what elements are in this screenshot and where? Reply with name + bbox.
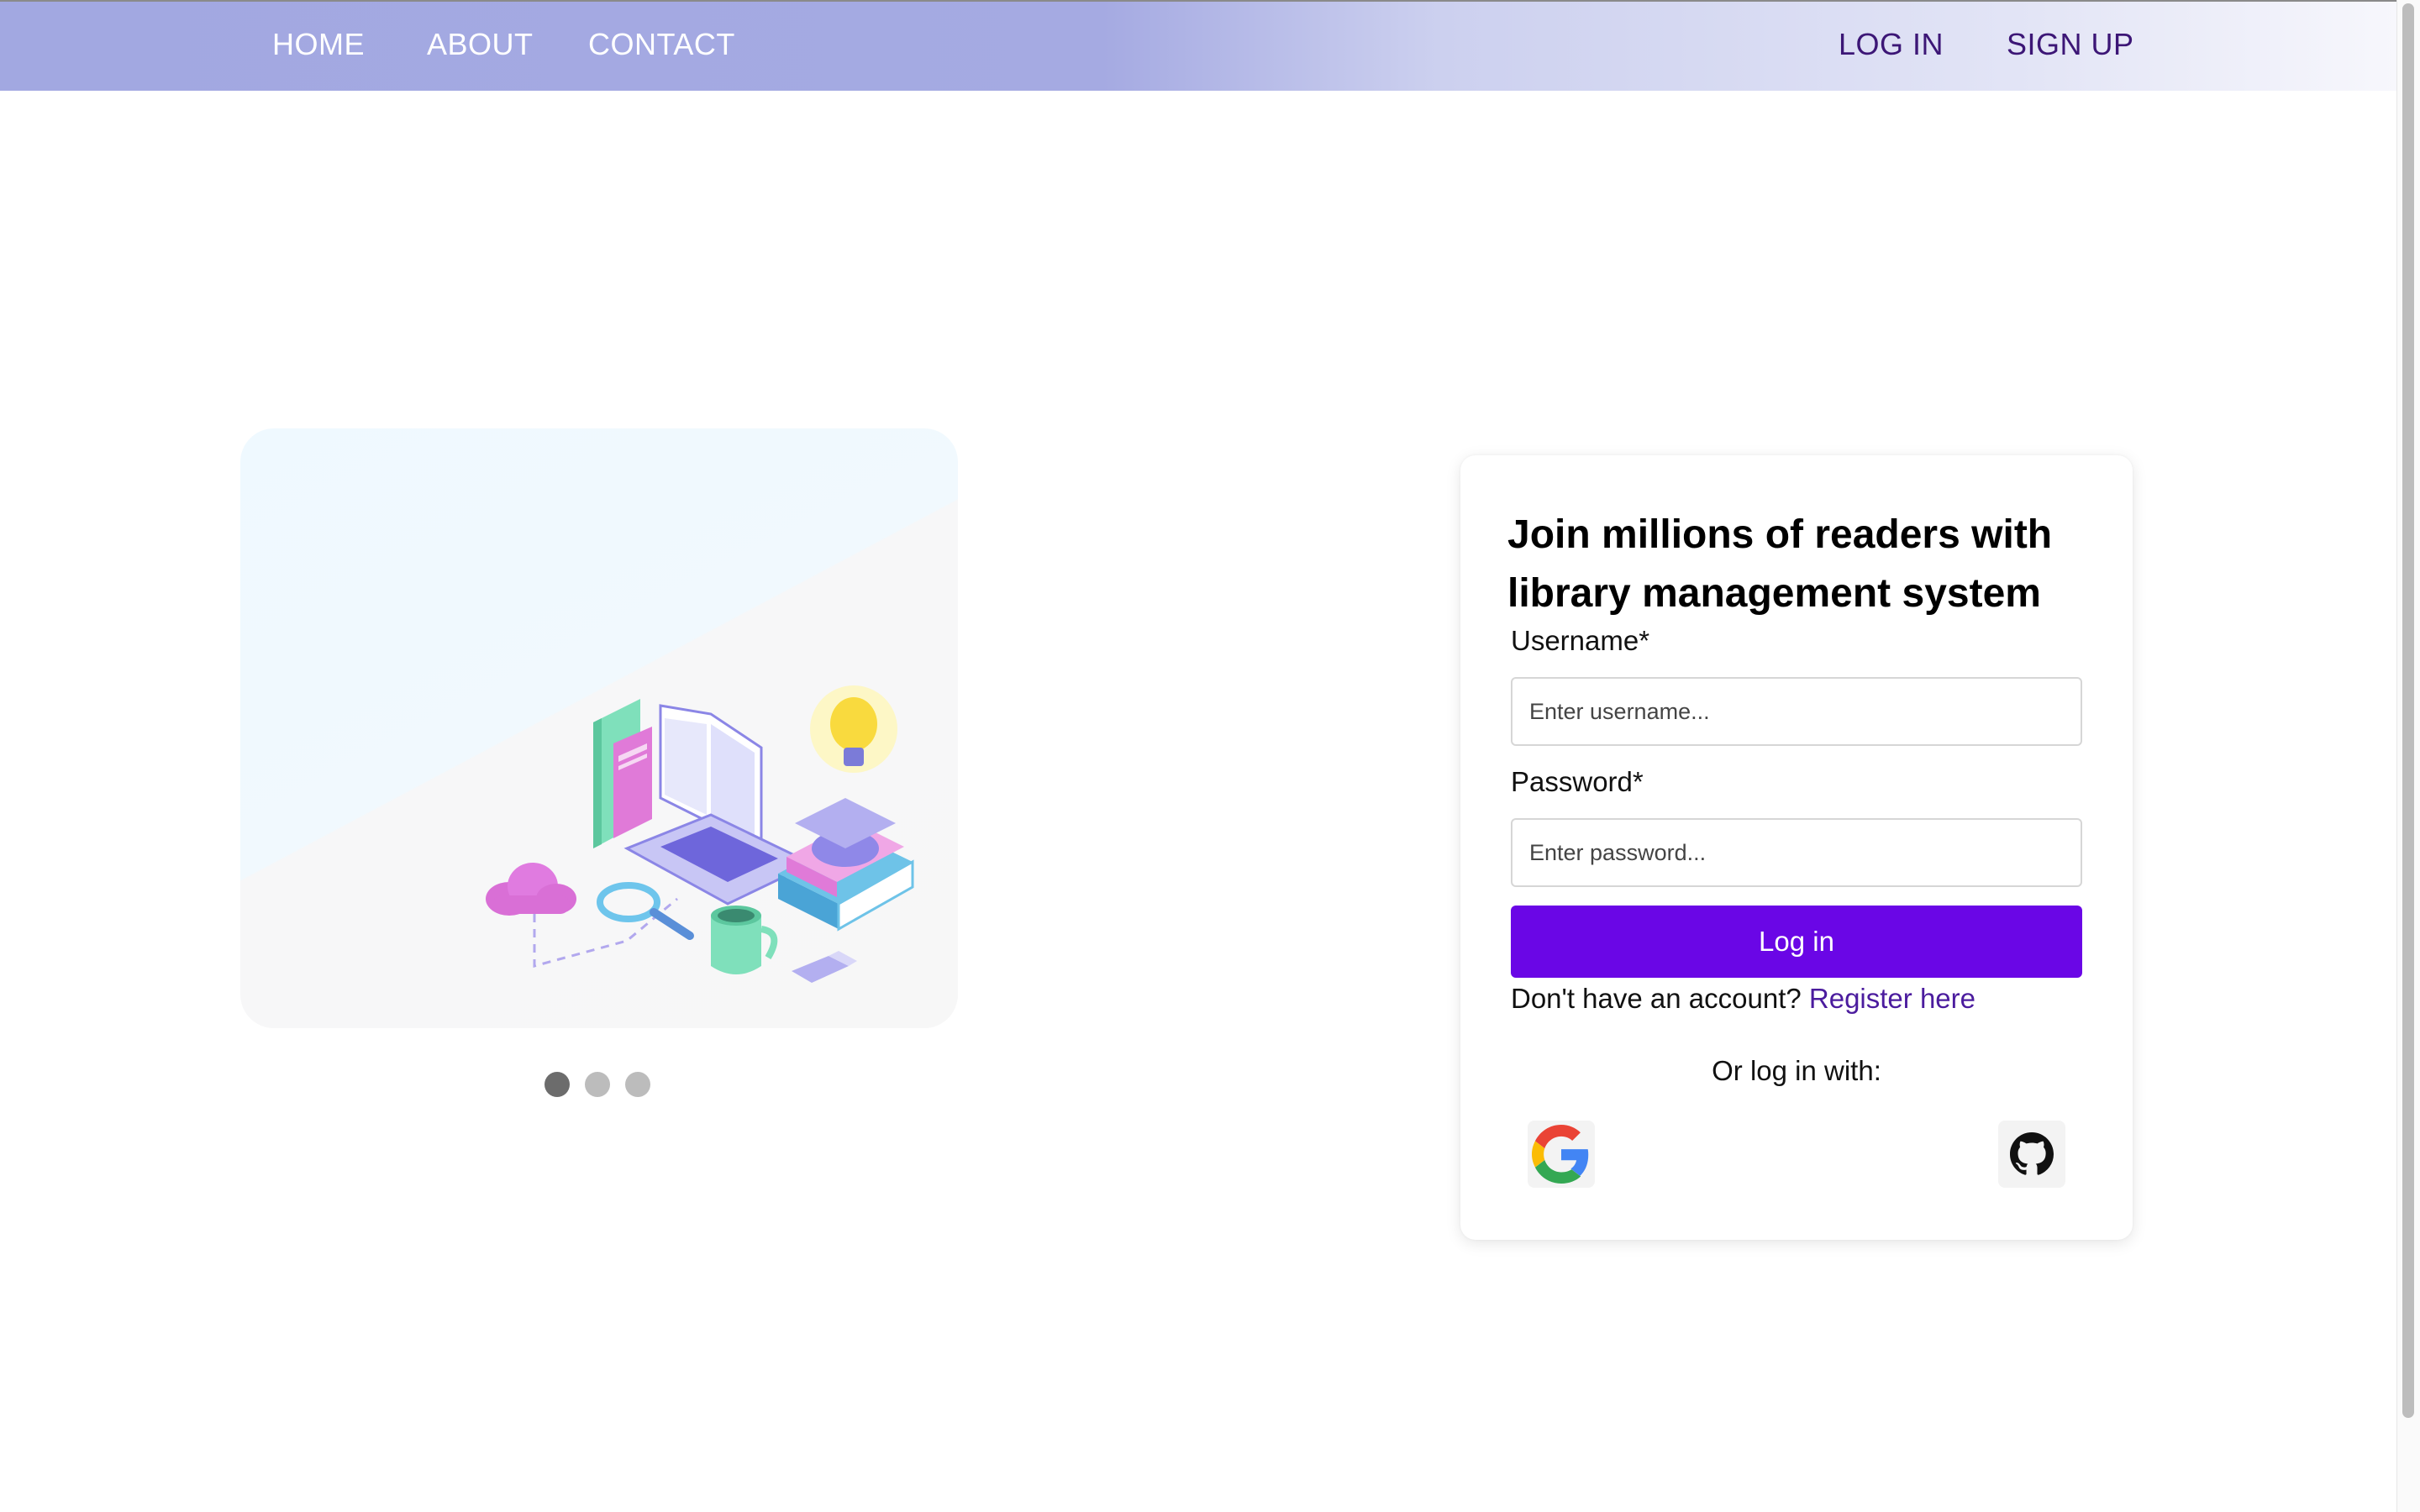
register-link[interactable]: Register here xyxy=(1809,983,1975,1014)
nav-home-link[interactable]: HOME xyxy=(272,27,365,62)
carousel-dot-3[interactable] xyxy=(625,1072,650,1097)
page-scrollbar[interactable] xyxy=(2396,0,2420,1512)
nav-signup-link[interactable]: SIGN UP xyxy=(2007,27,2134,62)
usb-icon xyxy=(792,951,857,983)
username-label: Username* xyxy=(1511,625,1650,656)
login-heading: Join millions of readers with library ma… xyxy=(1507,512,2053,616)
carousel-dot-1[interactable] xyxy=(544,1072,570,1097)
password-input[interactable] xyxy=(1511,818,2082,887)
graduation-cap-icon xyxy=(778,798,914,932)
cloud-icon xyxy=(486,863,576,916)
no-account-text: Don't have an account? xyxy=(1511,983,1802,1014)
books-icon xyxy=(593,699,652,848)
login-card: Join millions of readers with library ma… xyxy=(1460,455,2133,1240)
carousel-dot-2[interactable] xyxy=(585,1072,610,1097)
mug-icon xyxy=(711,906,778,974)
nav-about-link[interactable]: ABOUT xyxy=(427,27,534,62)
password-label: Password* xyxy=(1511,766,1644,797)
github-icon xyxy=(2010,1132,2054,1175)
scrollbar-thumb[interactable] xyxy=(2402,3,2414,1418)
register-prompt: Don't have an account? Register here xyxy=(1511,983,1975,1015)
username-input[interactable] xyxy=(1511,677,2082,746)
lightbulb-icon xyxy=(810,685,897,773)
page: HOME ABOUT CONTACT LOG IN SIGN UP Join m… xyxy=(0,0,2420,1512)
login-submit-button[interactable]: Log in xyxy=(1511,906,2082,978)
nav-login-link[interactable]: LOG IN xyxy=(1839,27,1944,62)
github-login-button[interactable] xyxy=(1998,1121,2065,1188)
library-illustration xyxy=(486,685,914,983)
carousel-slide xyxy=(240,428,958,1028)
nav-contact-link[interactable]: CONTACT xyxy=(588,27,735,62)
social-login-label: Or log in with: xyxy=(1712,1055,1881,1086)
google-login-button[interactable] xyxy=(1528,1121,1595,1188)
magnifier-icon xyxy=(597,882,694,940)
google-icon xyxy=(1532,1125,1589,1184)
top-navbar: HOME ABOUT CONTACT LOG IN SIGN UP xyxy=(0,0,2396,91)
